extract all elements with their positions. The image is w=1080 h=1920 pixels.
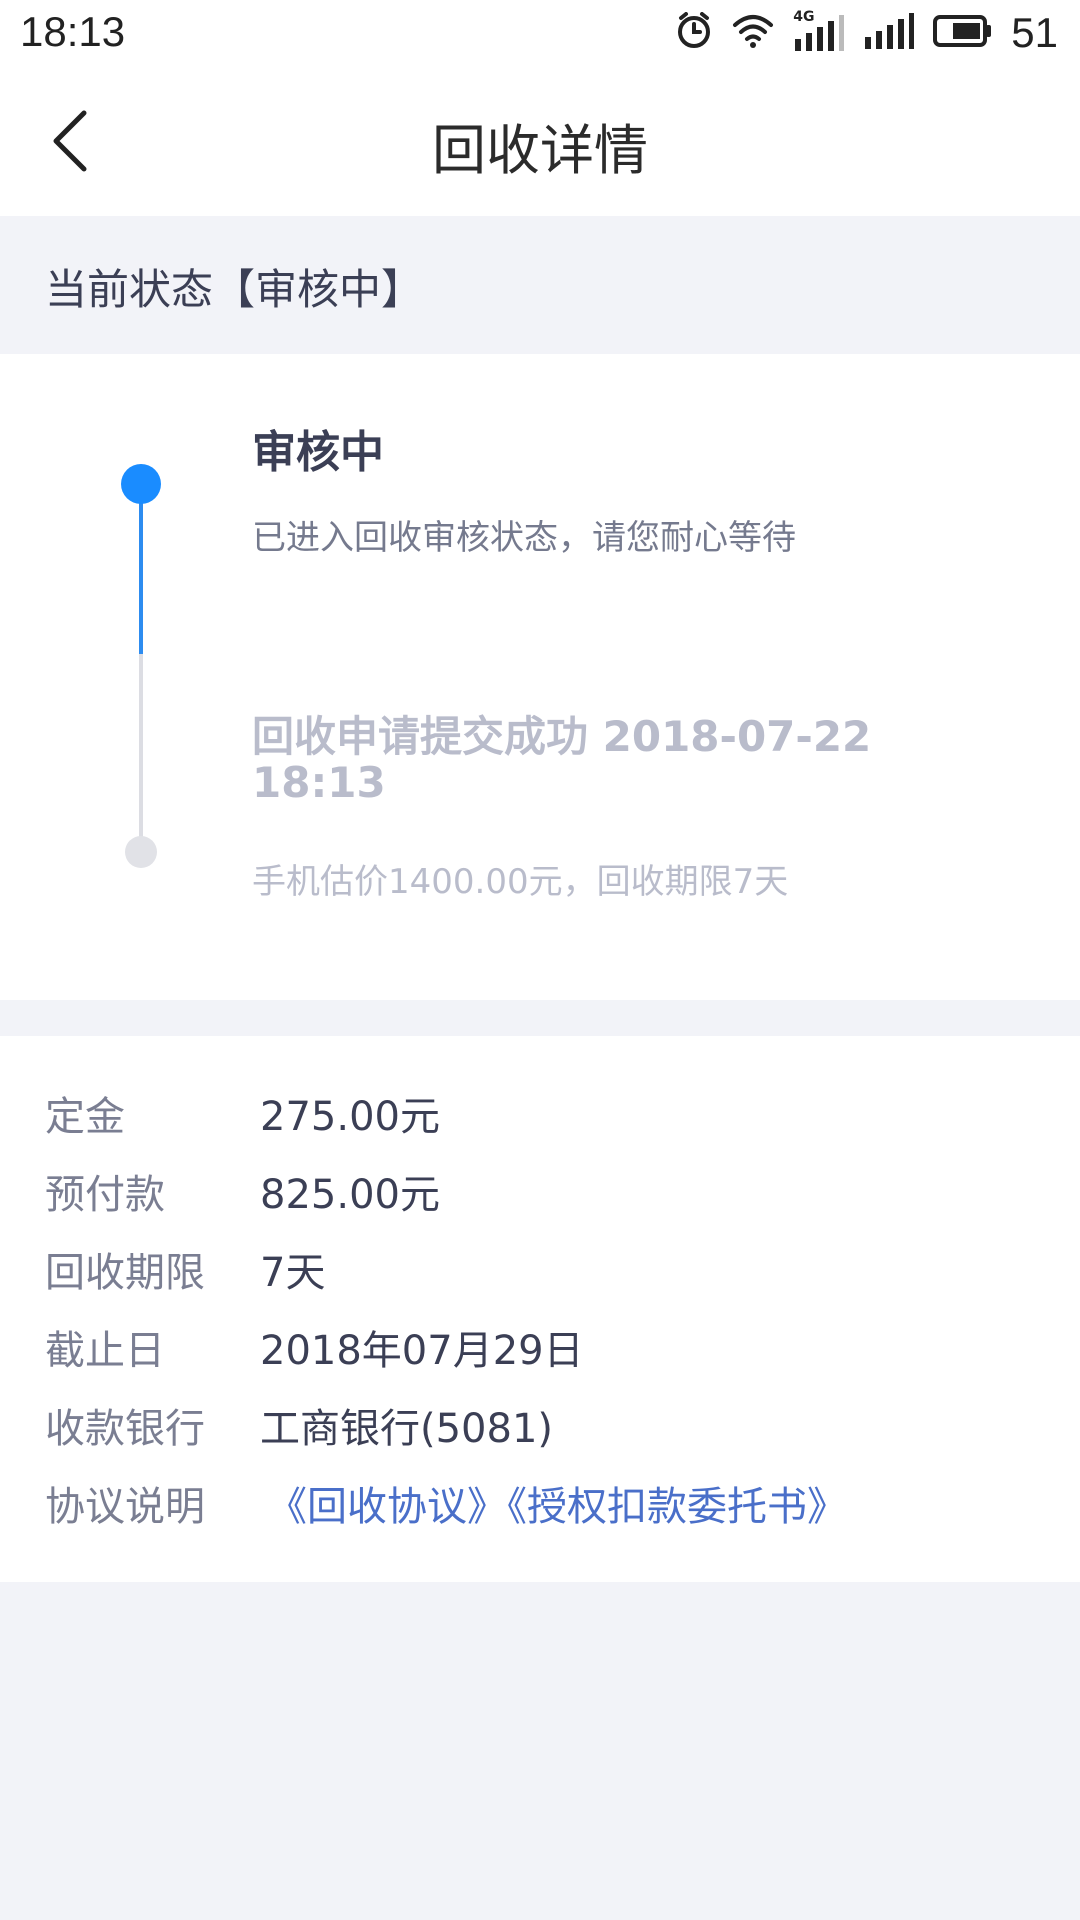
timeline-dot-active — [121, 464, 161, 504]
recycle-details: 定金 275.00元 预付款 825.00元 回收期限 7天 截止日 2018年… — [0, 1036, 1080, 1582]
nav-bar: 回收详情 — [0, 66, 1080, 216]
status-bar: 18:13 4G 51 — [0, 0, 1080, 66]
cellular-signal-icon — [863, 11, 915, 55]
detail-label: 收款银行 — [45, 1406, 205, 1452]
detail-label: 回收期限 — [45, 1250, 205, 1296]
alarm-icon — [675, 12, 713, 54]
status-icons: 4G 51 — [675, 8, 1058, 58]
detail-label: 定金 — [45, 1094, 125, 1140]
detail-value: 2018年07月29日 — [260, 1328, 584, 1374]
detail-value: 825.00元 — [260, 1172, 440, 1218]
status-time: 18:13 — [20, 8, 126, 55]
timeline-step-description: 已进入回收审核状态，请您耐心等待 — [252, 518, 796, 558]
timeline-step-title: 审核中 — [252, 427, 384, 478]
battery-percent: 51 — [1011, 9, 1058, 56]
detail-value: 275.00元 — [260, 1094, 440, 1140]
timeline-dot-inactive — [125, 836, 157, 868]
detail-value: 7天 — [260, 1250, 326, 1296]
debit-authorization-link[interactable]: 《授权扣款委托书》 — [507, 1484, 847, 1530]
agreement-links: 《回收协议》《授权扣款委托书》 — [267, 1474, 847, 1532]
cellular-4g-icon: 4G — [793, 9, 845, 53]
detail-label: 协议说明 — [45, 1484, 205, 1530]
wifi-icon — [731, 13, 775, 53]
timeline-step-description: 手机估价1400.00元，回收期限7天 — [252, 862, 789, 902]
current-status-bar: 当前状态【审核中】 — [0, 216, 1080, 354]
timeline-line-inactive — [139, 654, 143, 852]
detail-label: 截止日 — [45, 1328, 165, 1374]
detail-label: 预付款 — [45, 1172, 165, 1218]
battery-icon — [933, 14, 993, 52]
recycle-agreement-link[interactable]: 《回收协议》 — [267, 1484, 507, 1530]
detail-value: 工商银行(5081) — [260, 1406, 554, 1452]
current-status-label: 当前状态【审核中】 — [45, 265, 424, 314]
timeline-step-title: 回收申请提交成功 2018-07-22 18:13 — [252, 712, 872, 807]
page-title: 回收详情 — [432, 119, 648, 182]
timeline-line-active — [139, 484, 143, 654]
progress-timeline: 审核中 已进入回收审核状态，请您耐心等待 回收申请提交成功 2018-07-22… — [0, 354, 1080, 1000]
